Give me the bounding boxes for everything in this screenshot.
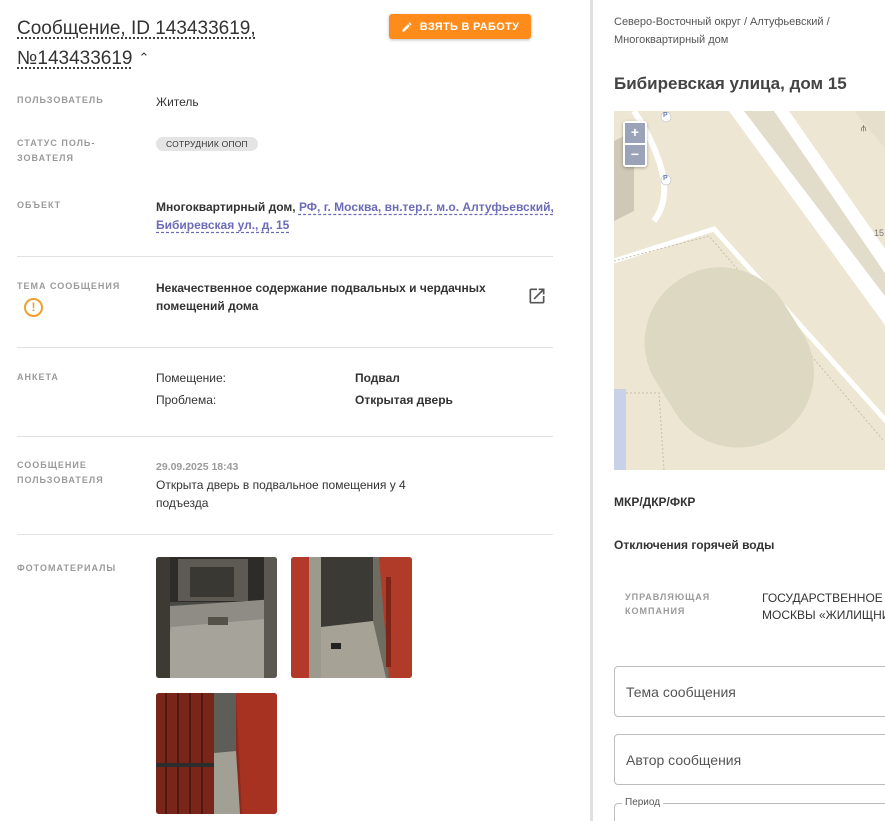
message-title[interactable]: Сообщение, ID 143433619, №143433619 ⌃: [17, 14, 337, 73]
warning-icon: !: [24, 298, 43, 317]
map-tiles: [614, 111, 885, 470]
photo-thumbnail[interactable]: [156, 693, 277, 814]
author-input[interactable]: [615, 735, 885, 784]
map-marker-icon: ⫛: [861, 123, 867, 133]
map[interactable]: P P 15 ⫛ + −: [614, 111, 885, 470]
topic-label: ТЕМА СООБЩЕНИЯ: [17, 281, 121, 291]
parking-icon: P: [663, 112, 668, 119]
hot-water-section[interactable]: Отключения горячей воды: [614, 538, 774, 552]
management-company-line-2: МОСКВЫ «ЖИЛИЩНИ: [762, 608, 885, 622]
divider: [17, 534, 553, 535]
photos-label: ФОТОМАТЕРИАЛЫ: [17, 563, 117, 573]
photo-thumbnail[interactable]: [156, 557, 277, 678]
management-company-line-1: ГОСУДАРСТВЕННОЕ Б: [762, 591, 885, 605]
user-label: ПОЛЬЗОВАТЕЛЬ: [17, 95, 104, 105]
divider: [17, 347, 553, 348]
object-label: ОБЪЕКТ: [17, 200, 62, 210]
map-house-number: 15: [874, 228, 885, 238]
object-value: Многоквартирный дом, РФ, г. Москва, вн.т…: [156, 198, 556, 234]
mkr-section[interactable]: МКР/ДКР/ФКР: [614, 495, 695, 509]
survey-value-room: Подвал: [355, 371, 400, 385]
take-to-work-button[interactable]: ВЗЯТЬ В РАБОТУ: [389, 14, 531, 39]
survey-value-problem: Открытая дверь: [355, 393, 453, 407]
open-external-icon[interactable]: [527, 286, 547, 306]
map-zoom-control: + −: [623, 121, 647, 167]
user-message-date: 29.09.2025 18:43: [156, 461, 239, 473]
period-field[interactable]: Период: [614, 797, 885, 821]
survey-label: АНКЕТА: [17, 372, 59, 382]
user-message-text: Открыта дверь в подвальное помещения у 4…: [156, 478, 406, 510]
photo-door-grate: [156, 693, 277, 814]
zoom-in-button[interactable]: +: [625, 123, 645, 143]
divider: [17, 436, 553, 437]
chevron-up-icon[interactable]: ⌃: [138, 43, 149, 72]
topic-input[interactable]: [615, 667, 885, 716]
message-title-text: Сообщение, ID 143433619, №143433619: [17, 18, 256, 69]
topic-field[interactable]: [614, 666, 885, 717]
period-label: Период: [622, 797, 664, 808]
topic-value: Некачественное содержание подвальных и ч…: [156, 281, 486, 313]
address-title: Бибиревская улица, дом 15: [614, 74, 847, 93]
management-company-label: УПРАВЛЯЮЩАЯ КОМПАНИЯ: [625, 592, 711, 616]
photo-basement-floor: [156, 557, 277, 678]
user-value: Житель: [156, 95, 199, 109]
survey-key-problem: Проблема:: [156, 393, 217, 407]
status-badge: СОТРУДНИК ОПОП: [156, 137, 258, 151]
pencil-icon: [402, 21, 412, 31]
photo-open-door: [291, 557, 412, 678]
user-status-label: СТАТУС ПОЛЬ- ЗОВАТЕЛЯ: [17, 138, 96, 163]
take-to-work-label: ВЗЯТЬ В РАБОТУ: [419, 20, 520, 33]
management-company-value: ГОСУДАРСТВЕННОЕ Б МОСКВЫ «ЖИЛИЩНИ: [762, 590, 885, 624]
breadcrumb: Северо-Восточный округ / Алтуфьевский / …: [614, 16, 830, 46]
author-field[interactable]: [614, 734, 885, 785]
survey-key-room: Помещение:: [156, 371, 226, 385]
divider: [17, 256, 553, 257]
message-panel: Сообщение, ID 143433619, №143433619 ⌃ ВЗЯ…: [0, 0, 590, 821]
object-type: Многоквартирный дом,: [156, 200, 296, 214]
photo-thumbnail[interactable]: [291, 557, 412, 678]
object-panel: Северо-Восточный округ / Алтуфьевский / …: [593, 0, 885, 821]
user-message-label: СООБЩЕНИЕ ПОЛЬЗОВАТЕЛЯ: [17, 460, 104, 485]
parking-icon: P: [663, 175, 668, 182]
zoom-out-button[interactable]: −: [625, 145, 645, 165]
